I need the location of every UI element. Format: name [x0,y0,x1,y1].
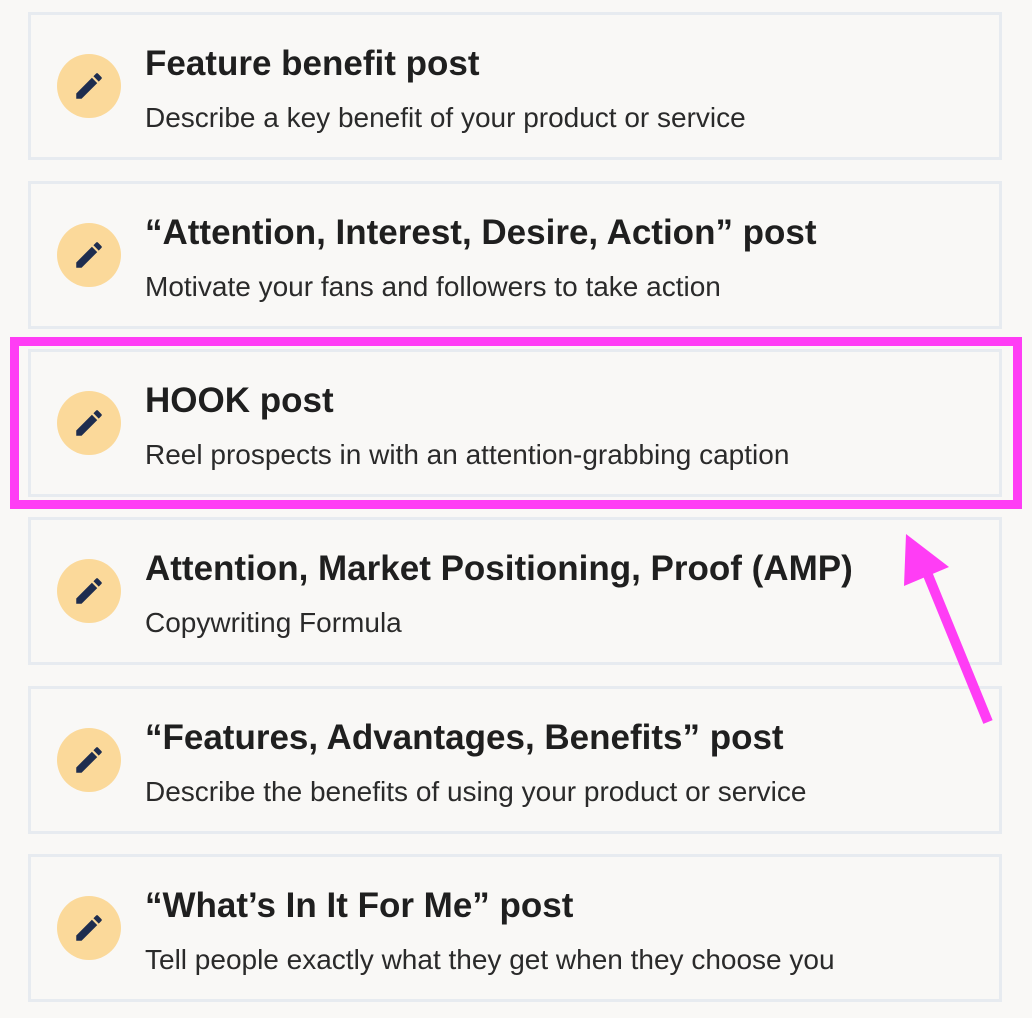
card-description: Describe a key benefit of your product o… [145,102,746,133]
template-card-fab[interactable]: “Features, Advantages, Benefits” post De… [28,686,1002,834]
card-title: Feature benefit post [145,44,480,83]
card-description: Copywriting Formula [145,607,402,638]
template-card-wiifm[interactable]: “What’s In It For Me” post Tell people e… [28,854,1002,1002]
template-card-amp[interactable]: Attention, Market Positioning, Proof (AM… [28,517,1002,665]
pencil-icon [57,54,121,118]
card-title: HOOK post [145,381,334,420]
card-title: “What’s In It For Me” post [145,886,574,925]
pencil-icon [57,559,121,623]
template-card-hook[interactable]: HOOK post Reel prospects in with an atte… [28,349,1002,497]
pencil-icon [57,391,121,455]
pencil-icon [57,728,121,792]
card-description: Reel prospects in with an attention-grab… [145,439,790,470]
card-description: Describe the benefits of using your prod… [145,776,807,807]
pencil-icon [57,223,121,287]
template-card-feature-benefit[interactable]: Feature benefit post Describe a key bene… [28,12,1002,160]
card-description: Motivate your fans and followers to take… [145,271,721,302]
template-card-aida[interactable]: “Attention, Interest, Desire, Action” po… [28,181,1002,329]
pencil-icon [57,896,121,960]
card-description: Tell people exactly what they get when t… [145,944,835,975]
card-title: “Features, Advantages, Benefits” post [145,718,784,757]
card-title: “Attention, Interest, Desire, Action” po… [145,213,817,252]
card-title: Attention, Market Positioning, Proof (AM… [145,549,853,588]
